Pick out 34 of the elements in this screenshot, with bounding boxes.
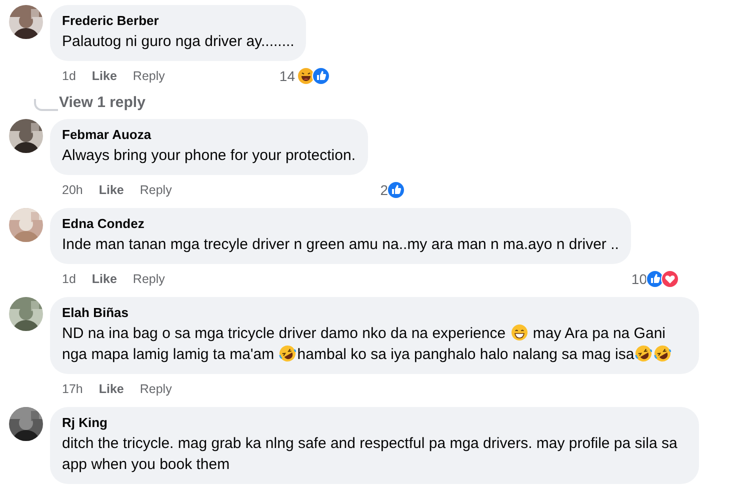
commenter-name[interactable]: Rj King [62, 415, 687, 430]
heart-reaction-icon [661, 270, 679, 288]
like-link[interactable]: Like [92, 272, 117, 286]
comment-text: ditch the tricycle. mag grab ka nlng safe and respectful pa mga drivers. may profile pa sila sa app when you book them [62, 434, 678, 475]
thread-line [34, 99, 58, 111]
commenter-name[interactable]: Edna Condez [62, 216, 619, 231]
grinning-emoji-icon [510, 324, 528, 341]
like-reaction-icon [312, 67, 330, 85]
comment-time: 1d [62, 69, 76, 83]
rolling-laughing-emoji-icon [654, 345, 672, 362]
rolling-laughing-emoji-icon [279, 345, 296, 362]
reply-link[interactable]: Reply [140, 183, 172, 197]
comment-time: 17h [62, 382, 83, 396]
like-link[interactable]: Like [98, 382, 124, 396]
comment-text: Inde man tanan mga trecyle driver n green amu na..my ara man n ma.ayo n driver .. [62, 235, 619, 255]
reaction-count: 2 [380, 182, 388, 198]
comment-text: ND na ina bag o sa mga tricycle driver damo nko da na experience may Ara pa na Gani nga mapa lamig lamig ta ma'am hambal ko sa iya panghalo halo nalang sa mag isa [62, 323, 687, 365]
reply-link[interactable]: Reply [132, 272, 165, 286]
reaction-count: 14 [279, 68, 295, 84]
commenter-name[interactable]: Febmar Auoza [62, 127, 356, 142]
like-link[interactable]: Like [98, 183, 124, 197]
like-reaction-icon [387, 181, 405, 199]
reply-link[interactable]: Reply [132, 69, 165, 83]
comment-text: Always bring your phone for your protection. [62, 146, 356, 166]
comment-time: 1d [62, 272, 76, 286]
like-link[interactable]: Like [92, 69, 117, 83]
comment-text: Palautog ni guro nga driver ay........ [62, 32, 294, 52]
reply-link[interactable]: Reply [140, 382, 172, 396]
comment-time: 20h [62, 183, 83, 197]
view-replies-link[interactable]: View 1 reply [59, 94, 146, 111]
commenter-name[interactable]: Elah Biñas [62, 305, 687, 320]
commenter-name[interactable]: Frederic Berber [62, 13, 294, 28]
reaction-count: 10 [631, 271, 647, 287]
rolling-laughing-emoji-icon [635, 345, 652, 362]
